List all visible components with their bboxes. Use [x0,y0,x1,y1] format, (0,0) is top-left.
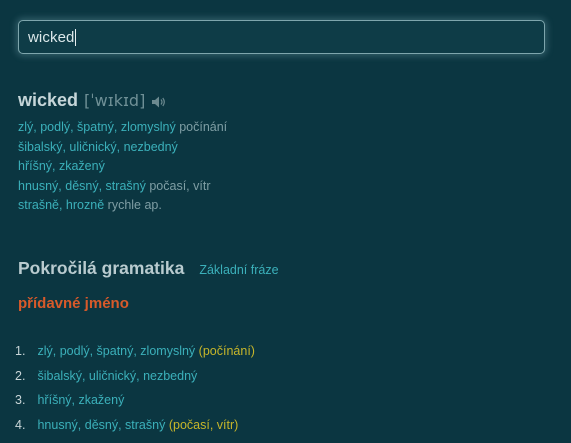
search-box[interactable]: wicked [18,20,545,54]
search-input[interactable]: wicked [28,29,74,46]
sense-item: hříšný, zkažený [18,157,548,177]
basic-phrases-link[interactable]: Základní fráze [199,263,278,277]
sense-translations[interactable]: šibalský, uličnický, nezbedný [18,140,178,154]
item-translations[interactable]: hnusný, děsný, strašný [37,418,165,432]
sense-list: zlý, podlý, špatný, zlomyslný počínání š… [18,118,548,216]
sense-translations[interactable]: hnusný, děsný, strašný [18,179,146,193]
sense-item: zlý, podlý, špatný, zlomyslný počínání [18,118,548,138]
item-number: 4. [15,417,26,432]
item-number: 1. [15,344,26,358]
grammar-list-item: 3. hříšný, zkažený [15,388,255,413]
grammar-list-item: 1. zlý, podlý, špatný, zlomyslný (počíná… [15,339,255,364]
headword-line: wicked [ˈwɪkɪd] [18,90,548,114]
item-translations[interactable]: šibalský, uličnický, nezbedný [37,369,197,383]
sense-item: šibalský, uličnický, nezbedný [18,138,548,158]
pronunciation: [ˈwɪkɪd] [84,91,146,110]
speaker-icon[interactable] [151,95,167,109]
item-context: (počasí, vítr) [168,417,239,432]
sense-translations[interactable]: hříšný, zkažený [18,159,105,173]
grammar-list-item: 2. šibalský, uličnický, nezbedný [15,364,255,389]
grammar-list-item: 4. hnusný, děsný, strašný (počasí, vítr) [15,413,255,438]
sense-item: hnusný, děsný, strašný počasí, vítr [18,177,548,197]
grammar-list: 1. zlý, podlý, špatný, zlomyslný (počíná… [15,339,255,437]
part-of-speech: přídavné jméno [18,295,129,312]
item-translations[interactable]: hříšný, zkažený [37,393,124,407]
sense-context: počasí, vítr [149,178,211,193]
sense-item: strašně, hrozně rychle ap. [18,196,548,216]
dictionary-entry: wicked [ˈwɪkɪd] zlý, podlý, špatný, zlom… [18,90,548,216]
grammar-title: Pokročilá gramatika [18,258,185,278]
item-context: (počínání) [198,344,255,358]
headword: wicked [18,90,79,110]
text-caret [75,28,77,46]
item-number: 2. [15,368,26,383]
item-number: 3. [15,393,26,407]
grammar-header: Pokročilá gramatika Základní fráze [18,258,279,279]
sense-translations[interactable]: strašně, hrozně [18,198,104,212]
sense-context: počínání [179,120,228,134]
sense-context: rychle ap. [107,198,162,212]
sense-translations[interactable]: zlý, podlý, špatný, zlomyslný [18,120,176,134]
item-translations[interactable]: zlý, podlý, špatný, zlomyslný [37,344,195,358]
